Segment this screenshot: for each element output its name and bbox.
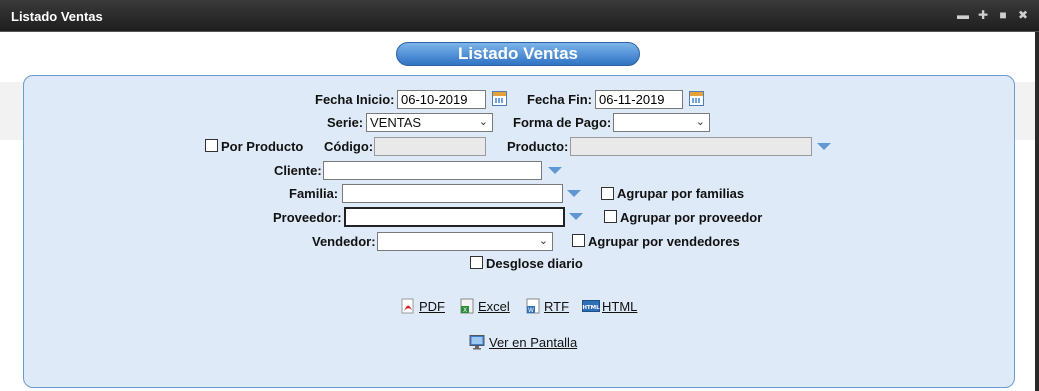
- desglose-diario-label: Desglose diario: [486, 256, 583, 271]
- calendar-icon[interactable]: [492, 91, 507, 106]
- export-pdf-link[interactable]: PDF: [419, 299, 445, 314]
- move-icon[interactable]: ✚: [977, 8, 989, 22]
- codigo-label: Código:: [324, 139, 374, 154]
- producto-label: Producto:: [507, 139, 569, 154]
- fecha-fin-label: Fecha Fin:: [527, 92, 593, 107]
- serie-label: Serie:: [327, 115, 364, 130]
- dropdown-arrow-icon[interactable]: [817, 143, 831, 150]
- pdf-icon[interactable]: [400, 298, 416, 314]
- agrupar-proveedor-checkbox[interactable]: [604, 210, 617, 223]
- fecha-inicio-label: Fecha Inicio:: [315, 92, 395, 107]
- fecha-fin-input[interactable]: [595, 90, 683, 109]
- window-titlebar: Listado Ventas ▬ ✚ ■ ✖: [0, 0, 1039, 32]
- codigo-input[interactable]: [374, 137, 486, 156]
- forma-pago-label: Forma de Pago:: [513, 115, 612, 130]
- agrupar-proveedor-label: Agrupar por proveedor: [620, 210, 763, 225]
- chevron-down-icon: ⌄: [478, 116, 488, 128]
- agrupar-familias-checkbox[interactable]: [601, 187, 614, 200]
- cliente-label: Cliente:: [274, 163, 322, 178]
- chevron-down-icon: ⌄: [538, 235, 548, 247]
- por-producto-label: Por Producto: [221, 139, 304, 154]
- familia-label: Familia:: [289, 186, 339, 201]
- export-rtf-link[interactable]: RTF: [544, 299, 569, 314]
- export-excel-link[interactable]: Excel: [478, 299, 510, 314]
- agrupar-familias-label: Agrupar por familias: [617, 186, 745, 201]
- maximize-icon[interactable]: ■: [997, 8, 1009, 22]
- form-header: Listado Ventas: [396, 42, 640, 66]
- html-icon[interactable]: HTML: [582, 298, 600, 314]
- rtf-icon[interactable]: W: [525, 298, 541, 314]
- calendar-icon[interactable]: [689, 91, 704, 106]
- producto-input[interactable]: [570, 137, 812, 156]
- dropdown-arrow-icon[interactable]: [567, 190, 581, 197]
- excel-icon[interactable]: X: [459, 298, 475, 314]
- fecha-inicio-input[interactable]: [397, 90, 486, 109]
- cliente-input[interactable]: [323, 161, 542, 180]
- agrupar-vendedores-checkbox[interactable]: [572, 234, 585, 247]
- vendedor-label: Vendedor:: [312, 234, 376, 249]
- agrupar-vendedores-label: Agrupar por vendedores: [588, 234, 740, 249]
- dropdown-arrow-icon[interactable]: [548, 167, 562, 174]
- svg-text:HTML: HTML: [582, 305, 600, 311]
- vendedor-select[interactable]: ⌄: [377, 232, 553, 251]
- window-border: [1035, 32, 1039, 391]
- proveedor-input[interactable]: [344, 207, 565, 227]
- ver-en-pantalla-link[interactable]: Ver en Pantalla: [489, 335, 577, 350]
- window-title: Listado Ventas: [11, 9, 103, 24]
- serie-select[interactable]: VENTAS ⌄: [366, 113, 493, 132]
- close-icon[interactable]: ✖: [1017, 8, 1029, 22]
- monitor-icon[interactable]: [469, 334, 485, 350]
- export-html-link[interactable]: HTML: [602, 299, 637, 314]
- chevron-down-icon: ⌄: [695, 116, 705, 128]
- proveedor-label: Proveedor:: [273, 210, 342, 225]
- desglose-diario-checkbox[interactable]: [470, 256, 483, 269]
- serie-select-value: VENTAS: [370, 115, 422, 130]
- familia-input[interactable]: [342, 184, 563, 203]
- window-controls: ▬ ✚ ■ ✖: [957, 8, 1029, 22]
- por-producto-checkbox[interactable]: [205, 139, 218, 152]
- dropdown-arrow-icon[interactable]: [569, 213, 583, 220]
- svg-text:W: W: [528, 307, 534, 314]
- minimize-icon[interactable]: ▬: [957, 8, 969, 22]
- svg-text:X: X: [463, 307, 467, 314]
- forma-pago-select[interactable]: ⌄: [613, 113, 710, 132]
